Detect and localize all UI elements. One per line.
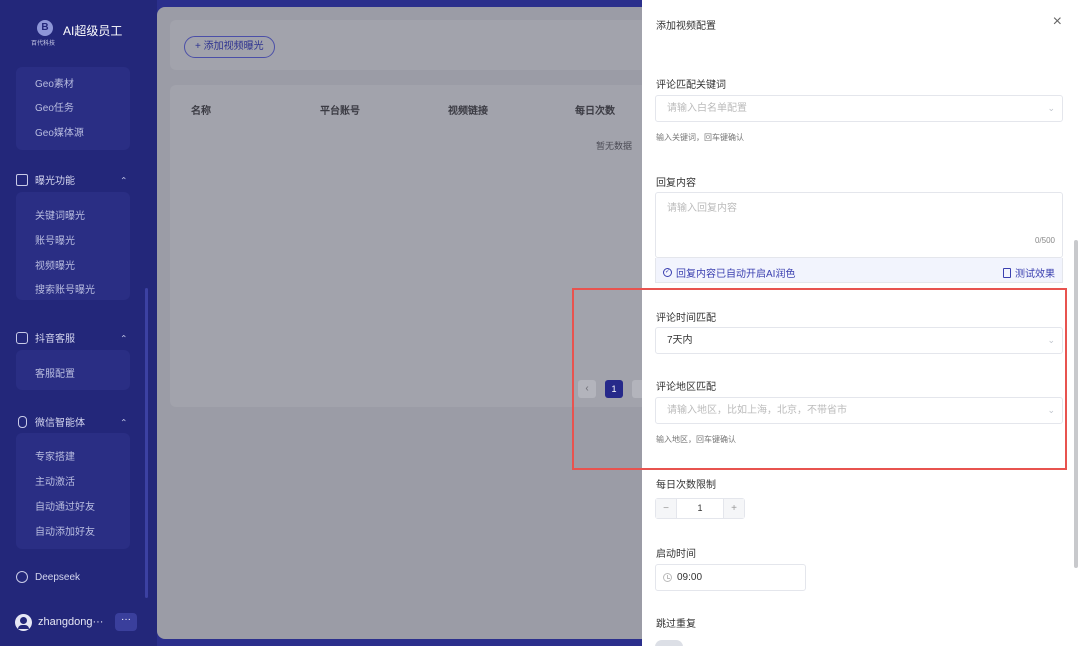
sidebar-item-account-exposure[interactable]: 账号曝光: [35, 232, 75, 247]
sidebar-item-geo-media[interactable]: Geo媒体源: [35, 124, 84, 139]
increment-button[interactable]: +: [724, 499, 744, 518]
ai-polish-note: ✓ 回复内容已自动开启AI润色: [663, 265, 795, 280]
sidebar-group-douyin-service[interactable]: 抖音客服 ⌄: [16, 330, 128, 345]
close-icon[interactable]: ×: [1053, 14, 1062, 30]
drawer-title: 添加视频配置: [656, 21, 716, 32]
document-icon: [1003, 267, 1011, 278]
user-name: zhangdong···: [38, 616, 104, 628]
daily-limit-label: 每日次数限制: [656, 480, 716, 491]
add-video-exposure-button[interactable]: + 添加视频曝光: [184, 36, 275, 58]
monitor-icon: [16, 173, 28, 186]
sidebar-item-deepseek[interactable]: Deepseek: [16, 571, 128, 583]
sidebar-item-geo-task[interactable]: Geo任务: [35, 99, 74, 114]
keyword-label: 评论匹配关键词: [656, 80, 726, 91]
sidebar-group-label: 微信智能体: [35, 418, 85, 429]
chat-icon: [16, 331, 28, 344]
start-time-label: 启动时间: [656, 549, 696, 560]
sidebar-group-label: 抖音客服: [35, 334, 75, 345]
test-effect-button[interactable]: 测试效果: [1003, 265, 1055, 280]
chat-bubble-icon: [16, 571, 28, 583]
column-header-daily-count: 每日次数: [575, 106, 615, 117]
user-profile[interactable]: zhangdong··· ···: [15, 613, 137, 631]
more-button[interactable]: ···: [115, 613, 137, 631]
daily-limit-value[interactable]: 1: [676, 499, 724, 518]
app-logo[interactable]: B 百代科技 AI超级员工: [31, 20, 123, 47]
start-time-picker[interactable]: 09:00: [655, 564, 806, 591]
char-counter: 0/500: [1034, 236, 1055, 245]
ai-polish-bar: ✓ 回复内容已自动开启AI润色 测试效果: [655, 258, 1063, 283]
check-circle-icon: ✓: [663, 268, 672, 277]
empty-state-text: 暂无数据: [596, 141, 633, 151]
sidebar-item-expert-build[interactable]: 专家搭建: [35, 448, 75, 463]
keyword-placeholder: 请输入白名单配置: [667, 103, 747, 114]
clock-icon: [663, 573, 672, 582]
sidebar-item-label: Deepseek: [35, 571, 81, 583]
reply-placeholder: 请输入回复内容: [667, 203, 737, 214]
sidebar-scrollbar[interactable]: [145, 288, 148, 598]
sidebar-item-geo-material[interactable]: Geo素材: [35, 75, 74, 90]
sidebar-item-keyword-exposure[interactable]: 关键词曝光: [35, 207, 85, 222]
logo-subtitle: 百代科技: [31, 41, 56, 47]
chevron-up-icon: ⌄: [120, 175, 128, 185]
drawer-scrollbar[interactable]: [1074, 240, 1078, 568]
highlight-annotation: [572, 288, 1067, 470]
sidebar-group-label: 曝光功能: [35, 176, 75, 187]
sidebar-item-auto-add-friend[interactable]: 自动添加好友: [35, 523, 95, 538]
avatar: [15, 613, 32, 631]
column-header-account: 平台账号: [320, 106, 360, 117]
sidebar-item-auto-accept-friend[interactable]: 自动通过好友: [35, 498, 95, 513]
sidebar: B 百代科技 AI超级员工 Geo素材 Geo任务 Geo媒体源 曝光功能 ⌄ …: [0, 0, 157, 646]
chevron-down-icon: ⌄: [1047, 103, 1055, 113]
column-header-video-link: 视频链接: [448, 106, 488, 117]
sidebar-item-active-activation[interactable]: 主动激活: [35, 473, 75, 488]
chevron-up-icon: ⌄: [120, 417, 128, 427]
keyword-select[interactable]: 请输入白名单配置 ⌄: [655, 95, 1063, 122]
keyword-hint: 输入关键词，回车键确认: [656, 133, 744, 142]
ai-polish-text: 回复内容已自动开启AI润色: [676, 269, 796, 280]
chevron-up-icon: ⌄: [120, 333, 128, 343]
reply-textarea[interactable]: 请输入回复内容 0/500: [655, 192, 1063, 258]
skip-repeat-toggle[interactable]: [655, 640, 683, 646]
decrement-button[interactable]: −: [656, 499, 676, 518]
skip-repeat-label: 跳过重复: [656, 619, 696, 630]
sidebar-item-service-config[interactable]: 客服配置: [35, 365, 75, 380]
sidebar-item-video-exposure[interactable]: 视频曝光: [35, 257, 75, 272]
logo-mark: B 百代科技: [31, 20, 59, 47]
column-header-name: 名称: [191, 106, 211, 117]
sidebar-group-exposure[interactable]: 曝光功能 ⌄: [16, 172, 128, 187]
test-effect-label: 测试效果: [1015, 269, 1055, 280]
daily-limit-stepper: − 1 +: [655, 498, 745, 519]
sidebar-group-wechat-agent[interactable]: 微信智能体 ⌄: [16, 414, 128, 429]
sidebar-item-search-account-exposure[interactable]: 搜索账号曝光: [35, 281, 95, 296]
reply-label: 回复内容: [656, 178, 696, 189]
phone-icon: [18, 415, 27, 428]
app-title: AI超级员工: [63, 23, 123, 38]
logo-letter: B: [37, 20, 53, 36]
start-time-value: 09:00: [677, 572, 703, 583]
